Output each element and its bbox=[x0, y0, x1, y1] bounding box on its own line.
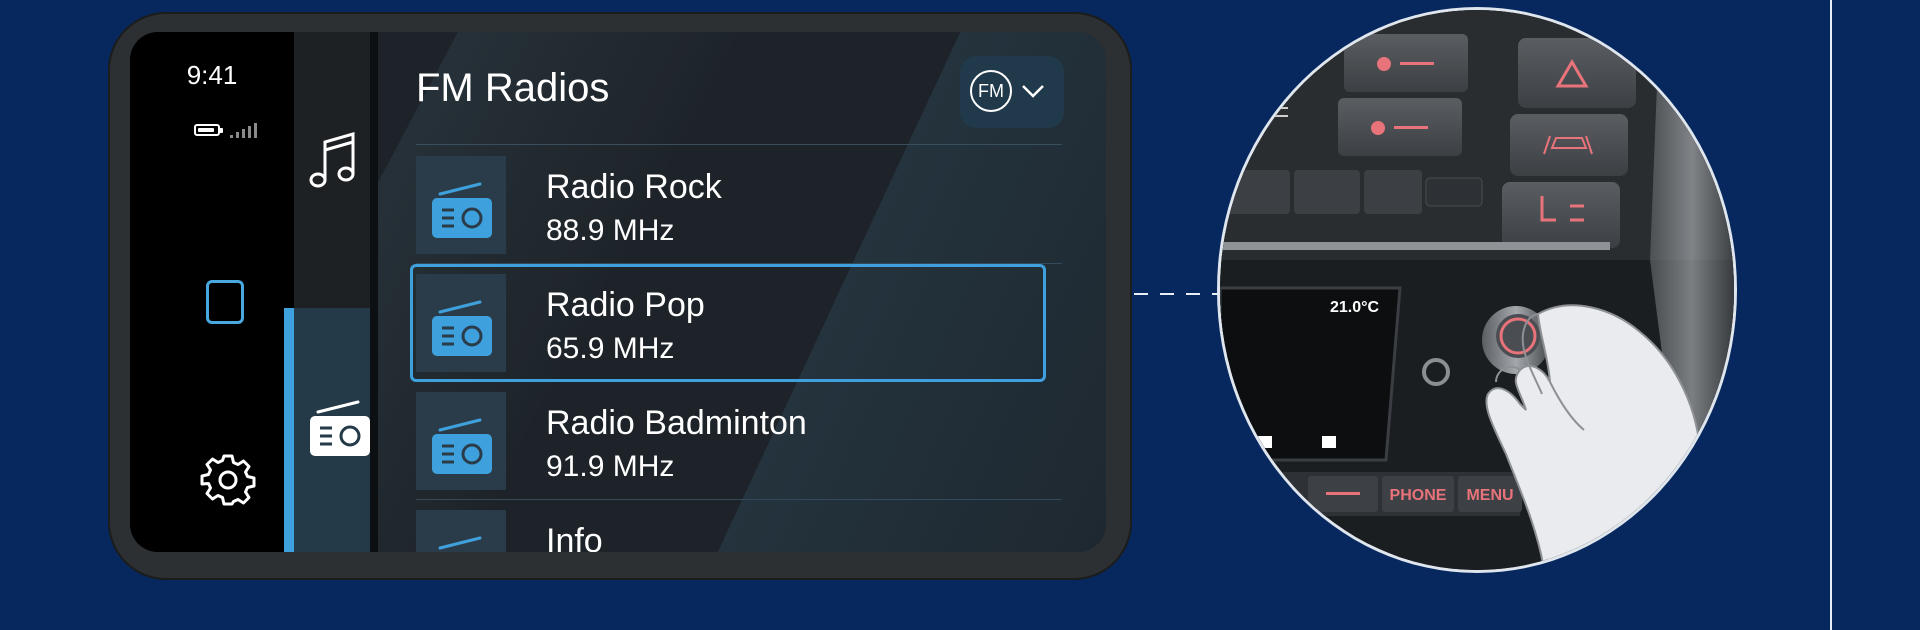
menu-button-label: MENU bbox=[1466, 487, 1513, 504]
column-divider bbox=[370, 32, 378, 552]
radio-icon bbox=[432, 182, 492, 238]
list-item[interactable]: Radio Rock 88.9 MHz bbox=[416, 146, 1062, 264]
page-title: FM Radios bbox=[416, 66, 610, 110]
station-name: Radio Rock bbox=[546, 168, 722, 206]
edge-divider-line bbox=[1830, 0, 1832, 630]
battery-icon bbox=[194, 124, 223, 136]
music-note-icon[interactable] bbox=[308, 130, 358, 190]
gear-icon[interactable] bbox=[200, 452, 256, 508]
connector-line bbox=[1134, 293, 1220, 295]
temperature-readout: 21.0°C bbox=[1330, 299, 1380, 316]
radio-icon bbox=[310, 400, 370, 456]
header-divider bbox=[416, 144, 1062, 145]
signal-icon bbox=[230, 122, 264, 138]
list-item[interactable]: Info bbox=[416, 500, 1062, 552]
station-name: Info bbox=[546, 522, 603, 552]
status-sidebar: 9:41 bbox=[130, 32, 294, 552]
station-thumbnail bbox=[416, 510, 506, 552]
band-selector-button[interactable]: FM bbox=[960, 56, 1064, 128]
station-name: Radio Badminton bbox=[546, 404, 807, 442]
dashboard-illustration: 21.0°C PHONE MENU bbox=[1220, 10, 1734, 570]
list-item[interactable]: Radio Pop 65.9 MHz bbox=[410, 264, 1062, 382]
head-unit-device: 9:41 FM Radios FM Radio Rock 88.9 MHz Ra… bbox=[108, 12, 1132, 580]
selection-frame bbox=[410, 264, 1046, 382]
station-list: Radio Rock 88.9 MHz Radio Pop 65.9 MHz R… bbox=[378, 146, 1062, 552]
station-thumbnail bbox=[416, 392, 506, 490]
band-label: FM bbox=[970, 70, 1012, 112]
station-frequency: 88.9 MHz bbox=[546, 214, 675, 247]
phone-button-label: PHONE bbox=[1390, 487, 1447, 504]
dashboard-drawing: 21.0°C PHONE MENU bbox=[1220, 10, 1734, 570]
station-frequency: 91.9 MHz bbox=[546, 450, 675, 483]
source-sidebar bbox=[284, 32, 378, 552]
infotainment-screen: 9:41 FM Radios FM Radio Rock 88.9 MHz Ra… bbox=[130, 32, 1106, 552]
seat-heat-button[interactable] bbox=[1502, 182, 1620, 248]
radio-icon bbox=[438, 536, 482, 550]
home-square-icon[interactable] bbox=[206, 280, 244, 324]
radio-list-panel: FM Radios FM Radio Rock 88.9 MHz Radio P… bbox=[378, 32, 1106, 552]
lane-assist-button[interactable] bbox=[1510, 114, 1628, 176]
station-thumbnail bbox=[416, 156, 506, 254]
chevron-down-icon bbox=[1022, 85, 1044, 98]
status-time: 9:41 bbox=[186, 60, 238, 90]
source-item-radio[interactable] bbox=[284, 308, 370, 552]
list-item[interactable]: Radio Badminton 91.9 MHz bbox=[416, 382, 1062, 500]
radio-icon bbox=[432, 418, 492, 474]
